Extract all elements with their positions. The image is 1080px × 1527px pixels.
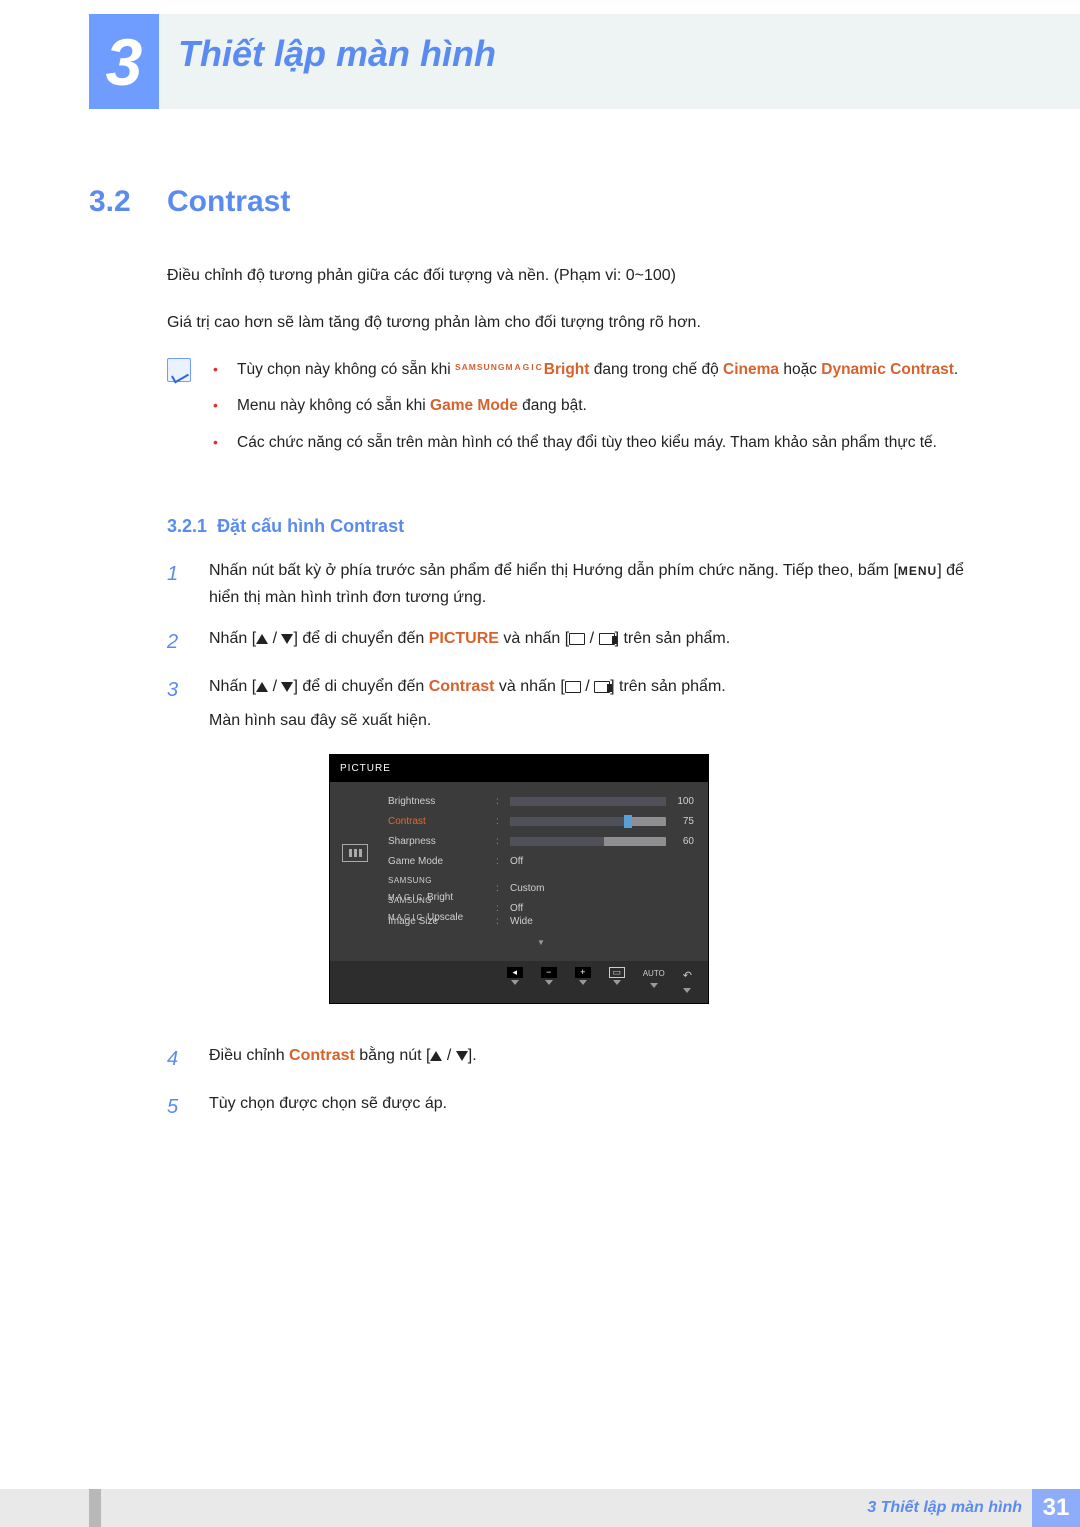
step-item: 2 Nhấn [ / ] để di chuyển đến PICTURE và… bbox=[167, 625, 991, 659]
osd-footer-plus-icon: + bbox=[575, 967, 591, 978]
up-arrow-icon bbox=[430, 1051, 442, 1061]
up-arrow-icon bbox=[256, 682, 268, 692]
osd-footer-enter-icon: ▭ bbox=[609, 967, 625, 978]
step-number: 4 bbox=[167, 1042, 187, 1076]
step-number: 5 bbox=[167, 1090, 187, 1124]
button-fill-icon bbox=[594, 681, 610, 693]
page-number: 31 bbox=[1032, 1489, 1080, 1527]
osd-footer-auto-label: AUTO bbox=[643, 967, 665, 981]
osd-footer: ◂ − + ▭ AUTO ↶ bbox=[330, 961, 708, 1003]
subsection-title: 3.2.1 Đặt cấu hình Contrast bbox=[167, 516, 991, 537]
button-outline-icon bbox=[565, 681, 581, 693]
section-title: Contrast bbox=[167, 185, 991, 219]
section-body: Điều chỉnh độ tương phản giữa các đối tư… bbox=[167, 264, 991, 468]
section-heading: 3.2 Contrast bbox=[89, 185, 991, 219]
osd-footer-minus-icon: − bbox=[541, 967, 557, 978]
steps-list: 1 Nhấn nút bất kỳ ở phía trước sản phẩm … bbox=[167, 557, 991, 1124]
osd-footer-return-icon: ↶ bbox=[683, 967, 692, 986]
down-arrow-icon bbox=[456, 1051, 468, 1061]
osd-row-sharpness: Sharpness : 60 bbox=[388, 832, 694, 852]
osd-title: PICTURE bbox=[330, 755, 708, 782]
osd-row-imagesize: Image Size : Wide bbox=[388, 912, 694, 932]
button-fill-icon bbox=[599, 633, 615, 645]
step-number: 1 bbox=[167, 557, 187, 611]
footer-strip bbox=[89, 1489, 101, 1527]
chapter-number: 3 bbox=[106, 24, 143, 100]
step-number: 3 bbox=[167, 673, 187, 1028]
content: 3.2 Contrast Điều chỉnh độ tương phản gi… bbox=[89, 185, 991, 1138]
osd-footer-back-icon: ◂ bbox=[507, 967, 523, 978]
osd-more-icon: ▼ bbox=[388, 932, 694, 950]
button-outline-icon bbox=[569, 633, 585, 645]
osd-row-brightness: Brightness : 100 bbox=[388, 792, 694, 812]
note-item: Tùy chọn này không có sẵn khi SAMSUNGMAG… bbox=[213, 358, 958, 383]
osd-row-gamemode: Game Mode : Off bbox=[388, 852, 694, 872]
step-item: 3 Nhấn [ / ] để di chuyển đến Contrast v… bbox=[167, 673, 991, 1028]
footer-chapter-label: 3 Thiết lập màn hình bbox=[867, 1499, 1022, 1517]
chapter-number-block: 3 bbox=[89, 14, 159, 109]
note-block: Tùy chọn này không có sẵn khi SAMSUNGMAG… bbox=[167, 358, 991, 468]
paragraph: Điều chỉnh độ tương phản giữa các đối tư… bbox=[167, 264, 991, 289]
paragraph: Giá trị cao hơn sẽ làm tăng độ tương phả… bbox=[167, 311, 991, 336]
section-number: 3.2 bbox=[89, 185, 167, 219]
down-arrow-icon bbox=[281, 682, 293, 692]
menu-key-label: MENU bbox=[898, 564, 937, 578]
page-footer: 3 Thiết lập màn hình 31 bbox=[0, 1489, 1080, 1527]
step-item: 4 Điều chỉnh Contrast bằng nút [ / ]. bbox=[167, 1042, 991, 1076]
down-arrow-icon bbox=[281, 634, 293, 644]
note-list: Tùy chọn này không có sẵn khi SAMSUNGMAG… bbox=[213, 358, 958, 468]
chapter-title: Thiết lập màn hình bbox=[178, 33, 496, 75]
step-number: 2 bbox=[167, 625, 187, 659]
subsection: 3.2.1 Đặt cấu hình Contrast 1 Nhấn nút b… bbox=[167, 516, 991, 1124]
page: 3 Thiết lập màn hình 3.2 Contrast Điều c… bbox=[0, 0, 1080, 1527]
osd-row-magicbright: SAMSUNGMAGIC Bright : Custom bbox=[388, 872, 694, 892]
step-item: 1 Nhấn nút bất kỳ ở phía trước sản phẩm … bbox=[167, 557, 991, 611]
up-arrow-icon bbox=[256, 634, 268, 644]
osd-screenshot: PICTURE Brightness : 100 bbox=[329, 754, 709, 1004]
osd-row-contrast: Contrast : 75 bbox=[388, 812, 694, 832]
note-item: Menu này không có sẵn khi Game Mode đang… bbox=[213, 394, 958, 419]
note-item: Các chức năng có sẵn trên màn hình có th… bbox=[213, 431, 958, 456]
step-item: 5 Tùy chọn được chọn sẽ được áp. bbox=[167, 1090, 991, 1124]
note-icon bbox=[167, 358, 191, 382]
osd-category-icon bbox=[342, 844, 368, 862]
